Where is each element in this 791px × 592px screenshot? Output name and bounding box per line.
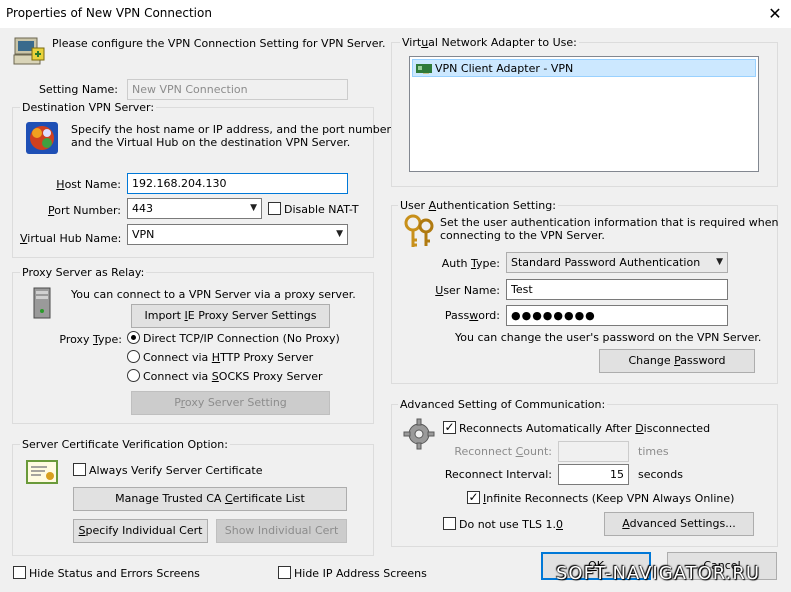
reconnect-interval-input[interactable] [558,464,629,485]
auth-group-title: User Authentication Setting: [398,199,558,212]
radio-http-proxy[interactable] [127,350,140,363]
network-globe-icon [25,121,59,155]
always-verify-checkbox[interactable] [73,463,86,476]
close-icon[interactable]: ✕ [762,1,788,27]
setting-name-label: Setting Name: [38,83,118,96]
adapter-item-label: VPN Client Adapter - VPN [435,62,574,75]
proxy-server-setting-button[interactable]: Proxy Server Setting [131,391,330,415]
port-number-combo[interactable]: 443 ▼ [127,198,262,219]
user-name-input[interactable] [506,279,728,300]
proxy-description: You can connect to a VPN Server via a pr… [71,288,356,301]
certificate-icon [26,460,58,484]
hide-ip-checkbox[interactable] [278,566,291,579]
hub-name-label: Virtual Hub Name: [20,232,122,245]
network-card-icon [416,63,432,74]
advanced-settings-button[interactable]: Advanced Settings... [604,512,754,536]
disable-nat-label: Disable NAT-T [284,203,359,216]
port-number-label: Port Number: [47,204,121,217]
no-tls-label: Do not use TLS 1.0 [459,518,563,531]
no-tls-checkbox[interactable] [443,517,456,530]
radio-direct-connection[interactable] [127,331,140,344]
auth-description-2: connecting to the VPN Server. [440,229,605,242]
show-cert-button[interactable]: Show Individual Cert [216,519,347,543]
hub-name-combo[interactable]: VPN ▼ [127,224,348,245]
import-ie-proxy-button[interactable]: Import IE Proxy Server Settings [131,304,330,328]
chevron-down-icon: ▼ [716,257,723,267]
destination-description-1: Specify the host name or IP address, and… [71,123,392,136]
change-password-button[interactable]: Change Password [599,349,755,373]
port-number-value: 443 [132,202,153,215]
user-name-label: User Name: [435,284,500,297]
infinite-reconnect-label: Infinite Reconnects (Keep VPN Always Onl… [483,492,735,505]
destination-description-2: and the Virtual Hub on the destination V… [71,136,351,149]
hide-ip-label: Hide IP Address Screens [294,567,427,580]
reconnect-count-label: Reconnect Count: [454,445,552,458]
hide-status-label: Hide Status and Errors Screens [29,567,200,580]
keys-icon [402,214,436,250]
reconnect-interval-label: Reconnect Interval: [444,468,552,481]
seconds-label: seconds [638,468,683,481]
reconnect-count-input[interactable] [558,441,629,462]
manage-ca-list-button[interactable]: Manage Trusted CA Certificate List [73,487,347,511]
list-item[interactable]: VPN Client Adapter - VPN [412,59,756,77]
hub-name-value: VPN [132,228,155,241]
radio-socks-label: Connect via SOCKS Proxy Server [143,370,323,383]
adapter-listbox[interactable]: VPN Client Adapter - VPN [409,56,759,172]
radio-direct-label: Direct TCP/IP Connection (No Proxy) [143,332,340,345]
infinite-reconnect-checkbox[interactable] [467,490,480,504]
hide-status-checkbox[interactable] [13,566,26,579]
chevron-down-icon: ▼ [336,229,343,239]
radio-http-label: Connect via HTTP Proxy Server [143,351,314,364]
auth-type-value: Standard Password Authentication [511,256,701,269]
times-label: times [638,445,669,458]
intro-text: Please configure the VPN Connection Sett… [52,37,386,50]
reconnect-auto-checkbox[interactable] [443,420,456,434]
watermark-text: SOFT-NAVIGATOR.RU [556,563,761,584]
reconnect-auto-label: Reconnects Automatically After Disconnec… [459,422,711,435]
host-name-input[interactable] [127,173,348,194]
advanced-group-title: Advanced Setting of Communication: [398,398,608,411]
radio-socks-proxy[interactable] [127,369,140,382]
destination-group-title: Destination VPN Server: [20,101,157,114]
auth-type-label: Auth Type: [441,257,500,270]
computer-config-icon [12,34,46,68]
password-label: Password: [444,309,500,322]
auth-description-1: Set the user authentication information … [440,216,779,229]
server-tower-icon [27,286,57,320]
password-note: You can change the user's password on th… [455,331,762,344]
adapter-group-title: Virtual Network Adapter to Use: [400,36,579,49]
chevron-down-icon: ▼ [250,203,257,213]
proxy-group-title: Proxy Server as Relay: [20,266,147,279]
gear-icon [403,418,435,450]
proxy-type-label: Proxy Type: [59,333,122,346]
auth-type-combo[interactable]: Standard Password Authentication ▼ [506,252,728,273]
certificate-group-title: Server Certificate Verification Option: [20,438,230,451]
disable-nat-checkbox[interactable] [268,202,281,215]
setting-name-input[interactable] [127,79,348,100]
window-title: Properties of New VPN Connection [6,6,212,20]
specify-cert-button[interactable]: Specify Individual Cert [73,519,208,543]
password-input[interactable]: ●●●●●●●● [506,305,728,326]
always-verify-label: Always Verify Server Certificate [89,464,263,477]
host-name-label: Host Name: [56,178,121,191]
